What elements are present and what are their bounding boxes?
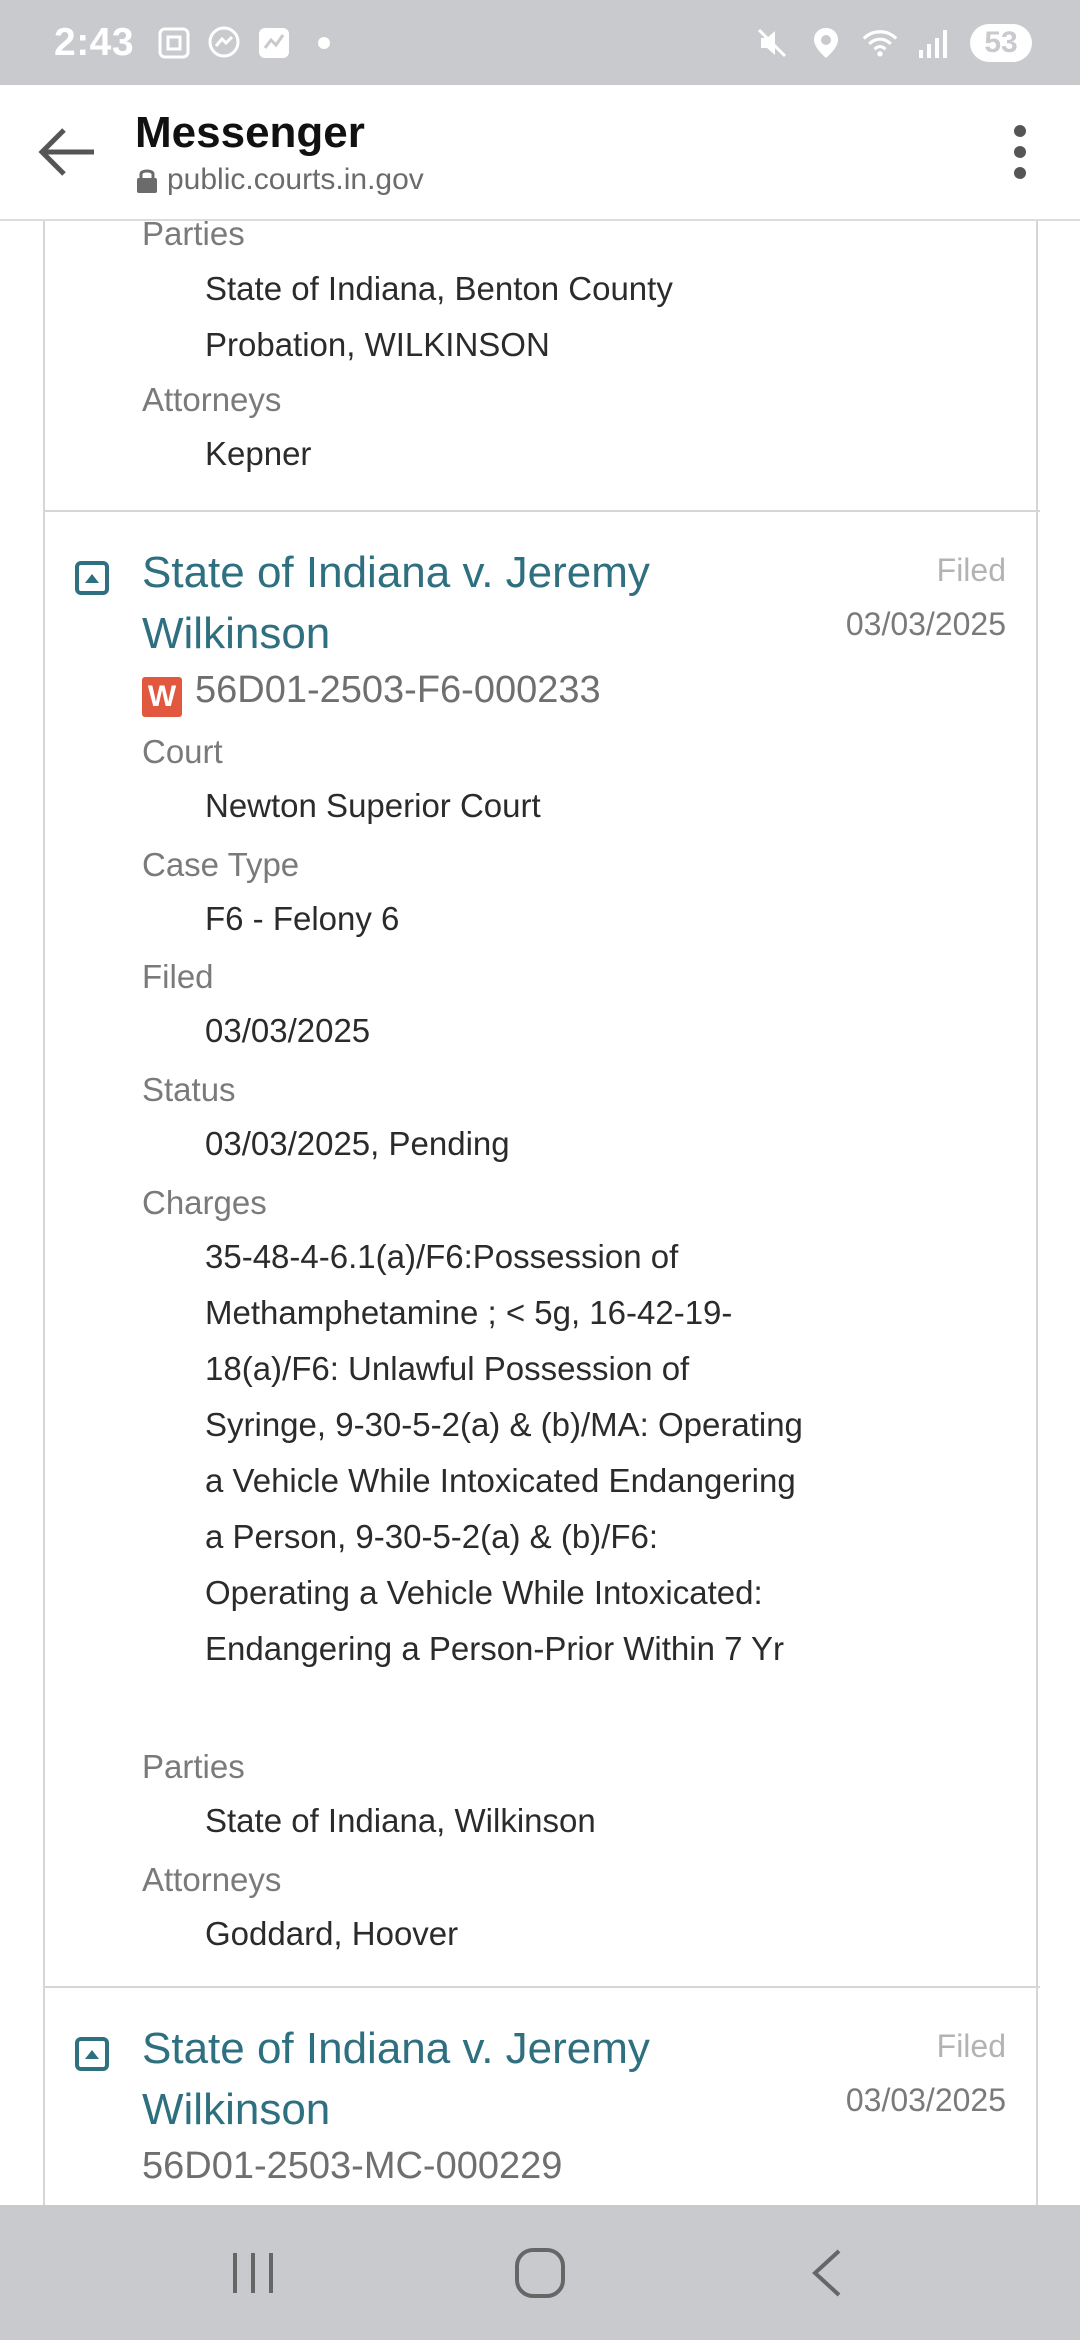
expand-collapse-icon[interactable] (75, 561, 109, 595)
url-text: public.courts.in.gov (167, 163, 424, 196)
court-label: Court (142, 733, 223, 770)
app-bar: Messenger public.courts.in.gov (0, 85, 1080, 221)
divider (45, 1986, 1040, 1988)
filed-date: 03/03/2025 (845, 606, 1006, 642)
nav-back-button[interactable] (767, 2223, 887, 2323)
attorneys-value: Kepner (205, 435, 312, 472)
case-type-value: F6 - Felony 6 (205, 900, 400, 937)
overflow-menu-button[interactable] (960, 84, 1080, 220)
case-number: 56D01-2503-F6-000233 (195, 669, 601, 711)
more-vert-icon (1014, 125, 1026, 179)
case-list: Parties State of Indiana, Benton County … (43, 221, 1040, 2205)
case-title-link[interactable]: State of Indiana v. Jeremy Wilkinson (142, 2018, 702, 2140)
signal-icon (916, 25, 952, 61)
recent-apps-icon (233, 2252, 274, 2293)
charges-label: Charges (142, 1184, 267, 1221)
attorneys-value: Goddard, Hoover (205, 1915, 459, 1952)
web-content[interactable]: Parties State of Indiana, Benton County … (0, 221, 1080, 2205)
status-bar: 2:43 53 (0, 0, 1080, 85)
status-label: Status (142, 1071, 236, 1108)
case-type-label: Case Type (142, 846, 300, 883)
home-button[interactable] (480, 2223, 600, 2323)
chart-app-icon (256, 25, 292, 61)
charges-value: 35-48-4-6.1(a)/F6:Possession of Methamph… (205, 1238, 803, 1667)
filed-label: Filed (936, 2028, 1006, 2064)
status-value: 03/03/2025, Pending (205, 1125, 510, 1162)
mute-icon (754, 25, 790, 61)
divider (45, 510, 1040, 512)
recent-apps-button[interactable] (193, 2223, 313, 2323)
parties-value: State of Indiana, Wilkinson (205, 1802, 596, 1839)
battery-indicator: 53 (970, 23, 1032, 62)
back-button[interactable] (0, 84, 135, 220)
filed-field-label: Filed (142, 958, 214, 995)
home-icon (514, 2247, 565, 2298)
messenger-icon (206, 25, 242, 61)
filed-date: 03/03/2025 (845, 2082, 1006, 2118)
expand-collapse-icon[interactable] (75, 2037, 109, 2071)
page-url: public.courts.in.gov (135, 163, 424, 197)
location-icon (808, 25, 844, 61)
attorneys-label: Attorneys (142, 1861, 282, 1898)
app-title: Messenger (135, 108, 365, 157)
wifi-icon (862, 25, 898, 61)
filed-label: Filed (936, 552, 1006, 588)
court-value: Newton Superior Court (205, 787, 541, 824)
parties-label: Parties (142, 1748, 245, 1785)
back-icon (811, 2249, 840, 2296)
filed-field-value: 03/03/2025 (205, 1012, 371, 1049)
parties-value: State of Indiana, Benton County Probatio… (205, 270, 673, 363)
status-time: 2:43 (54, 20, 135, 64)
attorneys-label: Attorneys (142, 381, 282, 418)
w-badge-icon: W (142, 677, 182, 717)
arrow-left-icon (37, 128, 94, 176)
case-title-link[interactable]: State of Indiana v. Jeremy Wilkinson (142, 542, 702, 664)
navigation-bar (0, 2205, 1080, 2340)
screenshot-icon (156, 25, 192, 61)
lock-icon (137, 169, 157, 193)
case-number: 56D01-2503-MC-000229 (142, 2145, 563, 2187)
dot-icon (306, 25, 342, 61)
parties-label: Parties (142, 221, 245, 252)
